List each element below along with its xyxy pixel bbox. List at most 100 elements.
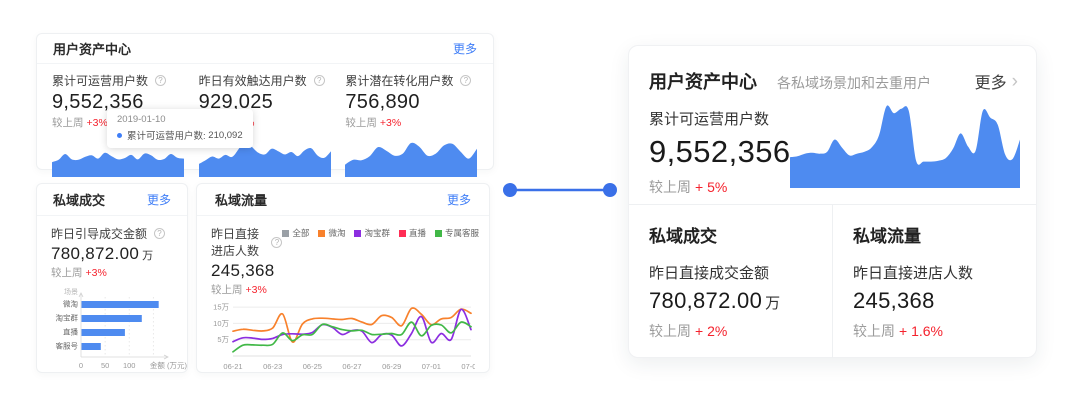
delta-value: + 2% <box>695 323 727 339</box>
help-icon[interactable] <box>154 228 165 239</box>
private-traffic-more-link[interactable]: 更多 <box>447 191 471 208</box>
tooltip-row: 累计可运营用户数: 210,092 <box>117 128 243 142</box>
section-value: 245,368 <box>853 288 1036 314</box>
svg-text:100: 100 <box>123 361 136 370</box>
detail-section-traffic: 私域流量 昨日直接进店人数 245,368 较上周+ 1.6% <box>833 205 1036 358</box>
private-deals-body: 昨日引导成交金额 780,872.00万 较上周+3% 场景微淘淘宝群直播客服号… <box>37 216 187 373</box>
svg-text:07-03: 07-03 <box>461 362 475 371</box>
help-icon[interactable] <box>155 75 166 86</box>
legend-item-weitao[interactable]: 微淘 <box>318 227 345 239</box>
metric-label-row: 累计可运营用户数 <box>52 72 185 89</box>
delta-prefix: 较上周 <box>853 323 895 339</box>
legend-item-all[interactable]: 全部 <box>282 227 309 239</box>
traffic-metric-block: 昨日直接进店人数 245,368 较上周+3% <box>211 225 282 297</box>
legend-label: 直播 <box>409 227 426 239</box>
section-title: 私域流量 <box>853 222 1036 247</box>
legend-swatch-icon <box>282 230 289 237</box>
section-delta: 较上周+ 2% <box>649 321 832 341</box>
value-number: 780,872.00 <box>649 288 762 313</box>
series-dot-icon <box>117 133 122 138</box>
tooltip-value: 210,092 <box>208 130 242 141</box>
delta-value: + 5% <box>695 179 727 195</box>
legend-swatch-icon <box>435 230 442 237</box>
user-assets-more-link[interactable]: 更多 <box>453 40 477 57</box>
svg-text:金额 (万元): 金额 (万元) <box>150 360 187 370</box>
user-assets-header: 用户资产中心 更多 <box>37 34 493 64</box>
svg-text:直播: 直播 <box>63 327 78 337</box>
svg-text:10万: 10万 <box>213 319 229 328</box>
value-number: 780,872.00 <box>51 244 139 263</box>
private-traffic-card: 私域流量 更多 昨日直接进店人数 245,368 较上周+3% 全部 微淘 <box>196 183 490 373</box>
legend-label: 微淘 <box>328 227 345 239</box>
detail-subtitle: 各私域场景加和去重用户 <box>777 73 931 93</box>
traffic-top-row: 昨日直接进店人数 245,368 较上周+3% 全部 微淘 淘宝群 直播 专属客… <box>211 225 479 297</box>
metric-label-row: 累计潜在转化用户数 <box>345 72 478 89</box>
detail-title-row: 用户资产中心 各私域场景加和去重用户 更多 <box>649 68 1018 94</box>
delta-prefix: 较上周 <box>51 267 83 279</box>
metric-value: 245,368 <box>211 261 282 281</box>
svg-text:场景: 场景 <box>64 287 78 296</box>
section-label: 昨日直接成交金额 <box>649 262 832 283</box>
legend-item-exclusive-service[interactable]: 专属客服 <box>435 227 479 239</box>
svg-text:15万: 15万 <box>213 303 229 312</box>
metric-label: 累计可运营用户数 <box>649 108 791 129</box>
value-unit: 万 <box>765 295 780 312</box>
private-deals-card: 私域成交 更多 昨日引导成交金额 780,872.00万 较上周+3% 场景微淘… <box>36 183 188 373</box>
legend-label: 专属客服 <box>445 227 479 239</box>
private-traffic-body: 昨日直接进店人数 245,368 较上周+3% 全部 微淘 淘宝群 直播 专属客… <box>197 216 489 376</box>
metric-delta: 较上周+3% <box>211 282 282 297</box>
delta-prefix: 较上周 <box>345 117 377 129</box>
svg-text:客服号: 客服号 <box>56 341 79 351</box>
help-icon[interactable] <box>460 75 471 86</box>
chart-legend: 全部 微淘 淘宝群 直播 专属客服 <box>282 225 479 239</box>
delta-prefix: 较上周 <box>649 323 691 339</box>
detail-bottom-section: 私域成交 昨日直接成交金额 780,872.00万 较上周+ 2% 私域流量 昨… <box>629 205 1036 358</box>
metric-value: 756,890 <box>345 91 478 114</box>
detail-more-link[interactable]: 更多 <box>975 69 1018 93</box>
svg-text:微淘: 微淘 <box>63 299 78 309</box>
delta-prefix: 较上周 <box>52 117 84 129</box>
help-icon[interactable] <box>314 75 325 86</box>
legend-label: 淘宝群 <box>364 227 390 239</box>
delta-value: +3% <box>246 284 267 296</box>
user-assets-title: 用户资产中心 <box>53 39 131 58</box>
section-title: 私域成交 <box>649 222 832 247</box>
tooltip-series: 累计可运营用户数: <box>127 128 206 142</box>
metric-potential-users: 累计潜在转化用户数 756,890 较上周+3% <box>345 72 478 177</box>
connector-dot-left <box>503 183 517 197</box>
private-traffic-header: 私域流量 更多 <box>197 184 489 216</box>
private-deals-header: 私域成交 更多 <box>37 184 187 216</box>
svg-text:0: 0 <box>79 361 83 370</box>
chart-tooltip: 2019-01-10 累计可运营用户数: 210,092 <box>107 109 253 148</box>
private-deals-more-link[interactable]: 更多 <box>147 191 171 208</box>
legend-item-taobao-group[interactable]: 淘宝群 <box>354 227 390 239</box>
metric-value: 780,872.00万 <box>51 244 181 264</box>
user-assets-card: 用户资产中心 更多 累计可运营用户数 9,552,356 较上周+3% 昨日有效… <box>36 33 494 170</box>
delta-value: + 1.6% <box>899 323 943 339</box>
metric-label: 累计可运营用户数 <box>52 72 148 89</box>
user-assets-detail-card: 用户资产中心 各私域场景加和去重用户 更多 累计可运营用户数 9,552,356… <box>628 45 1037 358</box>
private-deals-title: 私域成交 <box>53 190 105 209</box>
chevron-right-icon <box>1012 72 1018 91</box>
value-unit: 万 <box>142 250 153 262</box>
metric-delta: 较上周+3% <box>51 265 181 280</box>
section-delta: 较上周+ 1.6% <box>853 321 1036 341</box>
help-icon[interactable] <box>271 237 282 248</box>
user-assets-body: 累计可运营用户数 9,552,356 较上周+3% 昨日有效触达用户数 929,… <box>37 64 493 177</box>
metric-value: 9,552,356 <box>649 134 791 170</box>
detail-area-chart <box>790 96 1020 188</box>
value-number: 245,368 <box>853 288 935 313</box>
zoom-connector <box>500 180 620 200</box>
section-value: 780,872.00万 <box>649 288 832 314</box>
svg-text:50: 50 <box>101 361 109 370</box>
detail-top-section: 用户资产中心 各私域场景加和去重用户 更多 累计可运营用户数 9,552,356… <box>629 46 1036 204</box>
legend-swatch-icon <box>399 230 406 237</box>
dashboard-page: 用户资产中心 更多 累计可运营用户数 9,552,356 较上周+3% 昨日有效… <box>0 0 1080 404</box>
svg-text:07-01: 07-01 <box>422 362 441 371</box>
metric-label: 昨日引导成交金额 <box>51 225 147 242</box>
svg-text:06-21: 06-21 <box>223 362 242 371</box>
legend-item-live[interactable]: 直播 <box>399 227 426 239</box>
metric-label-row: 昨日有效触达用户数 <box>199 72 332 89</box>
sparkline-chart <box>345 133 477 177</box>
legend-label: 全部 <box>292 227 309 239</box>
